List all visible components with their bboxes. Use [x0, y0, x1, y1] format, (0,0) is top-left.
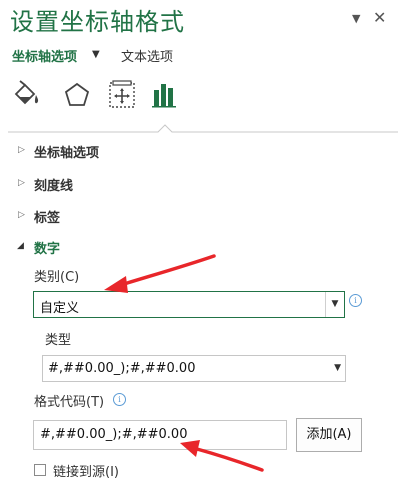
dropdown-arrow-icon[interactable]: ▼ [334, 363, 341, 373]
close-icon[interactable]: ✕ [373, 8, 386, 27]
pane-options-icon[interactable]: ▼ [352, 12, 360, 25]
format-code-value: #,##0.00_);#,##0.00 [40, 427, 188, 442]
category-select[interactable]: 自定义 ▼ [33, 291, 345, 318]
section-number[interactable]: 数字 [34, 238, 60, 257]
category-label: 类别(C) [34, 270, 80, 285]
section-expand-icon[interactable]: ▷ [18, 178, 25, 188]
info-icon[interactable]: i [113, 393, 126, 406]
format-code-label: 格式代码(T) [34, 395, 105, 410]
info-icon[interactable]: i [349, 294, 362, 307]
tab-text-options[interactable]: 文本选项 [121, 46, 173, 65]
section-expand-icon[interactable]: ▷ [18, 210, 25, 220]
size-properties-icon[interactable] [107, 80, 137, 110]
dropdown-arrow-icon[interactable]: ▼ [325, 292, 344, 317]
fill-line-icon[interactable] [12, 80, 42, 110]
add-button[interactable]: 添加(A) [296, 418, 362, 452]
section-collapse-icon[interactable]: ◢ [17, 241, 24, 251]
category-value: 自定义 [40, 301, 80, 316]
link-to-source-checkbox[interactable] [34, 464, 46, 476]
type-select[interactable]: #,##0.00_);#,##0.00 ▼ [42, 355, 346, 382]
section-axis-options[interactable]: 坐标轴选项 [34, 142, 99, 161]
section-tick-marks[interactable]: 刻度线 [34, 175, 73, 194]
chevron-down-icon[interactable]: ▼ [92, 49, 100, 60]
type-value: #,##0.00_);#,##0.00 [48, 361, 196, 376]
section-expand-icon[interactable]: ▷ [18, 145, 25, 155]
annotation-arrow-format-code [195, 447, 264, 472]
tab-axis-options[interactable]: 坐标轴选项 [12, 46, 77, 65]
section-labels[interactable]: 标签 [34, 207, 60, 226]
link-to-source-label[interactable]: 链接到源(I) [53, 461, 119, 480]
effects-icon[interactable] [62, 80, 92, 110]
axis-options-icon[interactable] [150, 80, 180, 110]
annotation-arrow-category [122, 254, 216, 286]
tab-divider [8, 124, 398, 133]
type-label: 类型 [45, 333, 72, 348]
pane-title: 设置坐标轴格式 [10, 8, 185, 36]
format-code-input[interactable]: #,##0.00_);#,##0.00 [33, 420, 287, 450]
